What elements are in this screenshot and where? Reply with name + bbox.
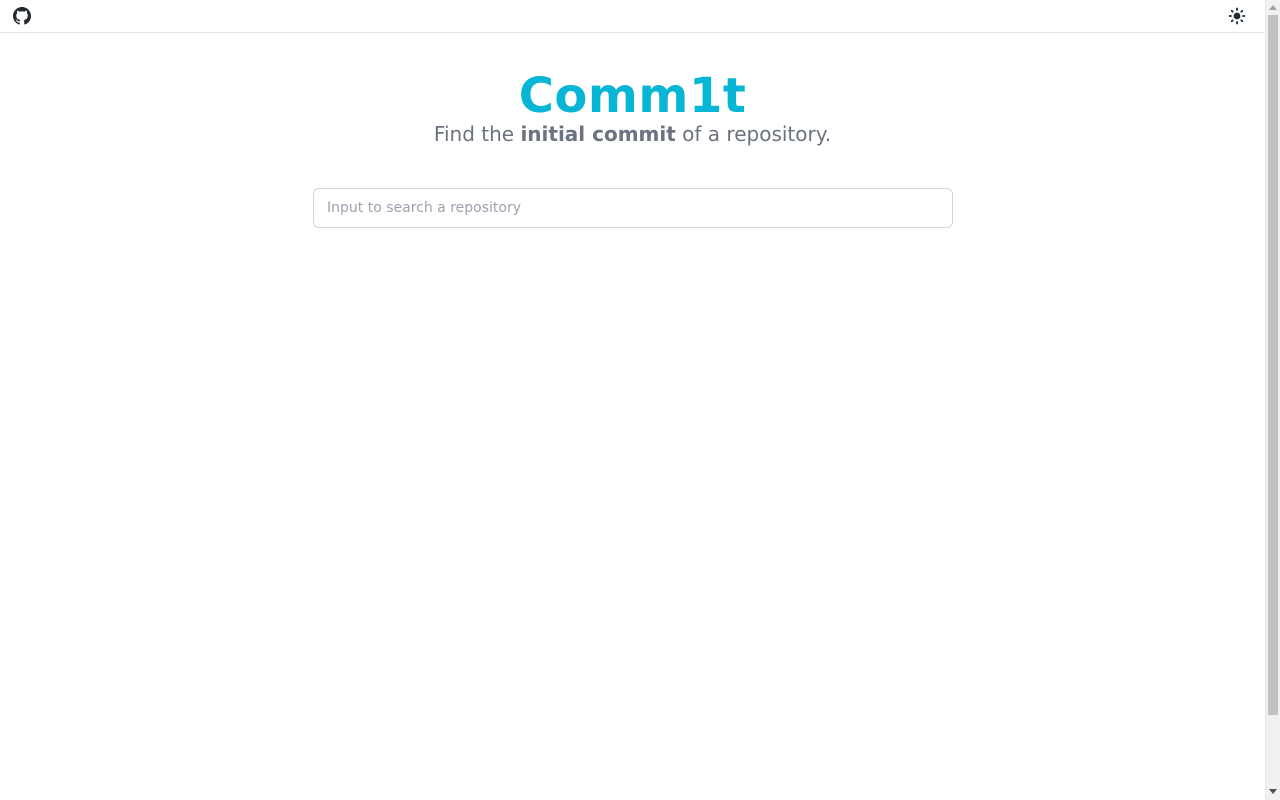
github-link[interactable] — [13, 7, 31, 25]
hero: Comm1t Find the initial commit of a repo… — [0, 66, 1265, 144]
github-icon — [13, 7, 31, 25]
tagline-emphasis: initial commit — [520, 122, 676, 146]
tagline-prefix: Find the — [433, 122, 521, 146]
tagline: Find the initial commit of a repository. — [0, 124, 1265, 144]
app-title: Comm1t — [518, 68, 747, 124]
repository-search-input[interactable] — [313, 188, 953, 228]
scrollbar-thumb[interactable] — [1268, 15, 1278, 715]
sun-icon — [1228, 7, 1246, 25]
top-bar — [0, 0, 1265, 33]
tagline-suffix: of a repository. — [675, 122, 832, 146]
app-viewport: Comm1t Find the initial commit of a repo… — [0, 0, 1265, 800]
theme-toggle-button[interactable] — [1227, 6, 1247, 26]
vertical-scrollbar[interactable] — [1265, 0, 1280, 800]
search-container — [313, 188, 953, 228]
scroll-up-arrow-icon[interactable] — [1269, 5, 1277, 10]
scroll-down-arrow-icon[interactable] — [1269, 789, 1277, 794]
